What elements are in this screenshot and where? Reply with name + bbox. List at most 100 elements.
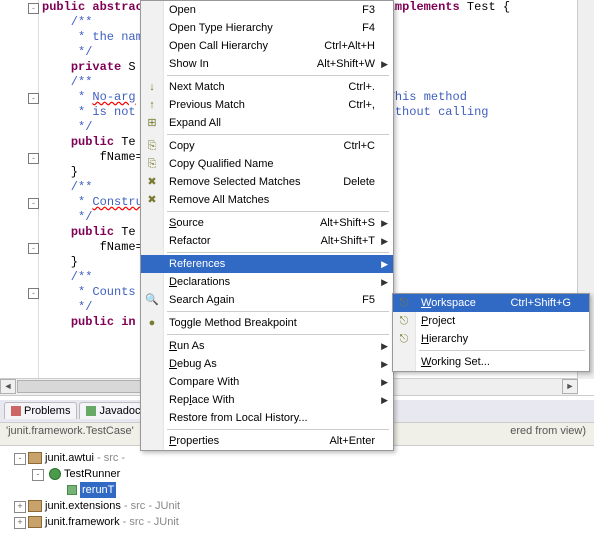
menu-item-open-call-hierarchy[interactable]: Open Call HierarchyCtrl+Alt+H: [141, 37, 393, 55]
menu-item-copy[interactable]: ⎘CopyCtrl+C: [141, 137, 393, 155]
filter-status: ered from view): [510, 425, 586, 437]
mtd-icon: [67, 485, 77, 495]
submenu-item-working-set-[interactable]: Working Set...: [393, 353, 589, 371]
fold-toggle[interactable]: -: [28, 3, 39, 14]
menu-separator: [167, 134, 389, 135]
submenu-arrow-icon: ▶: [381, 337, 388, 355]
cls-icon: [49, 468, 61, 480]
menu-item-label: Working Set...: [421, 353, 490, 371]
menu-item-label: Open Type Hierarchy: [169, 19, 273, 37]
menu-item-icon: ●: [145, 316, 159, 330]
menu-item-compare-with[interactable]: Compare With▶: [141, 373, 393, 391]
submenu-arrow-icon: ▶: [381, 255, 388, 273]
tab-javadoc[interactable]: Javadoc: [79, 402, 147, 419]
submenu-arrow-icon: ▶: [381, 214, 388, 232]
submenu-item-hierarchy[interactable]: ⎋ Hierarchy: [393, 330, 589, 348]
submenu-item-workspace[interactable]: ⎋WorkspaceCtrl+Shift+G: [393, 294, 589, 312]
menu-item-show-in[interactable]: Show In Alt+Shift+W ▶: [141, 55, 393, 73]
menu-item-remove-all-matches[interactable]: ✖Remove All Matches: [141, 191, 393, 209]
menu-item-remove-selected-matches[interactable]: ✖Remove Selected MatchesDelete: [141, 173, 393, 191]
menu-item-previous-match[interactable]: ↑Previous MatchCtrl+,: [141, 96, 393, 114]
menu-item-declarations[interactable]: Declarations▶: [141, 273, 393, 291]
menu-item-shortcut: Delete: [343, 173, 375, 191]
menu-item-expand-all[interactable]: ⊞ Expand All: [141, 114, 393, 132]
tree-expand-toggle[interactable]: +: [14, 501, 26, 513]
tree-expand-toggle[interactable]: +: [14, 517, 26, 529]
menu-item-debug-as[interactable]: Debug As ▶: [141, 355, 393, 373]
pkg-icon: [28, 452, 42, 464]
menu-item-next-match[interactable]: ↓Next MatchCtrl+.: [141, 78, 393, 96]
menu-item-icon: 🔍: [145, 293, 159, 307]
menu-item-search-again[interactable]: 🔍 Search Again F5: [141, 291, 393, 309]
menu-item-label: Replace With: [169, 391, 234, 409]
menu-item-label: Debug As: [169, 355, 217, 373]
menu-item-copy-qualified-name[interactable]: ⎘ Copy Qualified Name: [141, 155, 393, 173]
menu-item-shortcut: F4: [362, 19, 375, 37]
menu-item-shortcut: Alt+Shift+W: [317, 55, 375, 73]
menu-item-label: Hierarchy: [421, 330, 468, 348]
menu-item-icon: ⎘: [145, 139, 159, 153]
tree-node-label: junit.awtui: [45, 452, 94, 464]
menu-item-shortcut: Ctrl+.: [348, 78, 375, 96]
menu-item-shortcut: Ctrl+,: [348, 96, 375, 114]
menu-item-restore-from-local-history-[interactable]: Restore from Local History...: [141, 409, 393, 427]
submenu-arrow-icon: ▶: [381, 55, 388, 73]
menu-item-shortcut: Ctrl+C: [344, 137, 375, 155]
menu-item-label: Search Again: [169, 291, 234, 309]
tab-icon: [86, 406, 96, 416]
menu-item-label: References: [169, 255, 225, 273]
fold-toggle[interactable]: -: [28, 198, 39, 209]
submenu-arrow-icon: ▶: [381, 355, 388, 373]
tree-node[interactable]: -TestRunner: [4, 466, 592, 482]
menu-item-label: Next Match: [169, 78, 225, 96]
menu-item-label: Show In: [169, 55, 209, 73]
tree-expand-toggle[interactable]: -: [32, 469, 44, 481]
scroll-right-button[interactable]: ►: [562, 379, 578, 394]
menu-separator: [167, 311, 389, 312]
context-menu: OpenF3Open Type HierarchyF4Open Call Hie…: [140, 0, 394, 451]
menu-item-references[interactable]: References ▶: [141, 255, 393, 273]
menu-item-label: Expand All: [169, 114, 221, 132]
menu-item-run-as[interactable]: Run As ▶: [141, 337, 393, 355]
menu-item-icon: ⎋: [397, 332, 411, 346]
fold-toggle[interactable]: -: [28, 153, 39, 164]
menu-separator: [167, 252, 389, 253]
menu-item-open[interactable]: OpenF3: [141, 1, 393, 19]
menu-item-shortcut: F5: [362, 291, 375, 309]
menu-item-icon: ⎘: [145, 157, 159, 171]
menu-item-icon: ⊞: [145, 116, 159, 130]
menu-item-label: Project: [421, 312, 455, 330]
menu-item-label: Source: [169, 214, 204, 232]
tree-node[interactable]: +junit.extensions - src - JUnit: [4, 498, 592, 514]
menu-item-label: Open Call Hierarchy: [169, 37, 268, 55]
fold-toggle[interactable]: -: [28, 288, 39, 299]
tree-node-suffix: - src - JUnit: [121, 500, 180, 512]
tree-node[interactable]: -junit.awtui - src -: [4, 450, 592, 466]
menu-item-refactor[interactable]: RefactorAlt+Shift+T▶: [141, 232, 393, 250]
tab-problems[interactable]: Problems: [4, 402, 77, 419]
tree-node-label: junit.framework: [45, 516, 120, 528]
menu-item-toggle-method-breakpoint[interactable]: ●Toggle Method Breakpoint: [141, 314, 393, 332]
tree-node[interactable]: rerunT: [4, 482, 592, 498]
menu-item-label: Compare With: [169, 373, 239, 391]
fold-toggle[interactable]: -: [28, 243, 39, 254]
fold-toggle[interactable]: -: [28, 93, 39, 104]
tree-expand-toggle[interactable]: -: [14, 453, 26, 465]
menu-item-label: Restore from Local History...: [169, 409, 308, 427]
menu-item-source[interactable]: SourceAlt+Shift+S▶: [141, 214, 393, 232]
scroll-left-button[interactable]: ◄: [0, 379, 16, 394]
submenu-item-project[interactable]: ⎋Project: [393, 312, 589, 330]
menu-item-label: Copy Qualified Name: [169, 155, 274, 173]
menu-item-label: Properties: [169, 432, 219, 450]
menu-item-shortcut: Ctrl+Shift+G: [510, 294, 571, 312]
menu-item-icon: ↑: [145, 98, 159, 112]
menu-item-replace-with[interactable]: Replace With▶: [141, 391, 393, 409]
menu-item-properties[interactable]: Properties Alt+Enter: [141, 432, 393, 450]
menu-item-shortcut: Alt+Enter: [329, 432, 375, 450]
menu-item-label: Run As: [169, 337, 204, 355]
submenu-arrow-icon: ▶: [381, 273, 388, 291]
tree-node[interactable]: +junit.framework - src - JUnit: [4, 514, 592, 530]
gutter: - - - - - -: [0, 0, 39, 395]
tab-label: Problems: [24, 405, 70, 417]
menu-item-open-type-hierarchy[interactable]: Open Type Hierarchy F4: [141, 19, 393, 37]
